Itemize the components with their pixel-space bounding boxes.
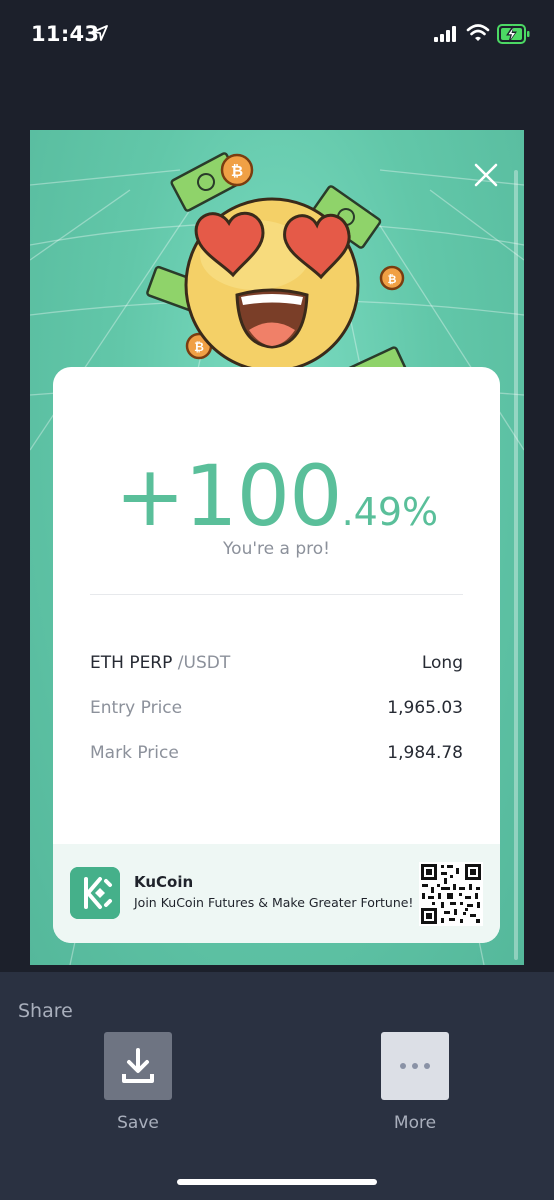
bitcoin-coin-icon: ₿ bbox=[379, 265, 405, 291]
pnl-percentage: +100.49% bbox=[53, 447, 500, 545]
svg-text:₿: ₿ bbox=[388, 273, 397, 286]
more-label: More bbox=[393, 1113, 437, 1133]
qr-code bbox=[419, 862, 483, 926]
mark-price-value: 1,984.78 bbox=[387, 743, 463, 763]
svg-text:₿: ₿ bbox=[231, 162, 243, 180]
home-indicator[interactable] bbox=[177, 1179, 377, 1185]
pnl-subtitle: You're a pro! bbox=[223, 539, 330, 559]
share-title: Share bbox=[18, 1000, 73, 1022]
signal-icon bbox=[434, 26, 456, 42]
close-icon[interactable] bbox=[469, 158, 503, 192]
kucoin-slogan: Join KuCoin Futures & Make Greater Fortu… bbox=[134, 895, 414, 910]
more-button[interactable] bbox=[381, 1032, 449, 1100]
svg-text:₿: ₿ bbox=[194, 340, 204, 354]
pnl-integer: +100 bbox=[114, 447, 343, 545]
heart-eyes-emoji-illustration: ₿ ₿ ₿ bbox=[146, 152, 409, 395]
battery-charging-icon bbox=[497, 24, 530, 44]
wifi-icon bbox=[466, 24, 490, 41]
scrollbar[interactable] bbox=[514, 170, 518, 960]
save-button[interactable] bbox=[104, 1032, 172, 1100]
entry-price-label: Entry Price bbox=[90, 698, 183, 718]
kucoin-footer: KuCoin Join KuCoin Futures & Make Greate… bbox=[53, 844, 500, 943]
pnl-decimal: .49% bbox=[341, 490, 439, 534]
kucoin-logo-icon bbox=[70, 867, 120, 919]
bitcoin-coin-icon: ₿ bbox=[220, 153, 254, 187]
mark-price-row: Mark Price 1,984.78 bbox=[90, 743, 463, 767]
status-time: 11:43 bbox=[31, 22, 100, 46]
download-icon bbox=[122, 1048, 154, 1083]
pnl-panel: +100.49% You're a pro! ETH PERP /USDT Lo… bbox=[53, 367, 500, 943]
entry-price-row: Entry Price 1,965.03 bbox=[90, 698, 463, 722]
pair-row: ETH PERP /USDT Long bbox=[90, 653, 463, 677]
status-bar: 11:43 bbox=[0, 0, 554, 70]
pnl-share-card: ₿ ₿ ₿ +100.49% You're a pro! ETH PERP /U… bbox=[30, 130, 524, 965]
share-sheet: Share Save More bbox=[0, 972, 554, 1200]
mark-price-label: Mark Price bbox=[90, 743, 179, 763]
trading-pair: ETH PERP /USDT bbox=[90, 653, 230, 673]
divider bbox=[90, 594, 463, 595]
position-direction: Long bbox=[421, 653, 463, 673]
pair-base: ETH PERP bbox=[90, 653, 173, 673]
save-label: Save bbox=[117, 1113, 159, 1133]
pair-quote: /USDT bbox=[177, 653, 231, 673]
kucoin-brand: KuCoin bbox=[134, 873, 194, 891]
entry-price-value: 1,965.03 bbox=[387, 698, 463, 718]
more-dots-icon bbox=[400, 1063, 430, 1069]
location-arrow-icon bbox=[92, 25, 108, 41]
